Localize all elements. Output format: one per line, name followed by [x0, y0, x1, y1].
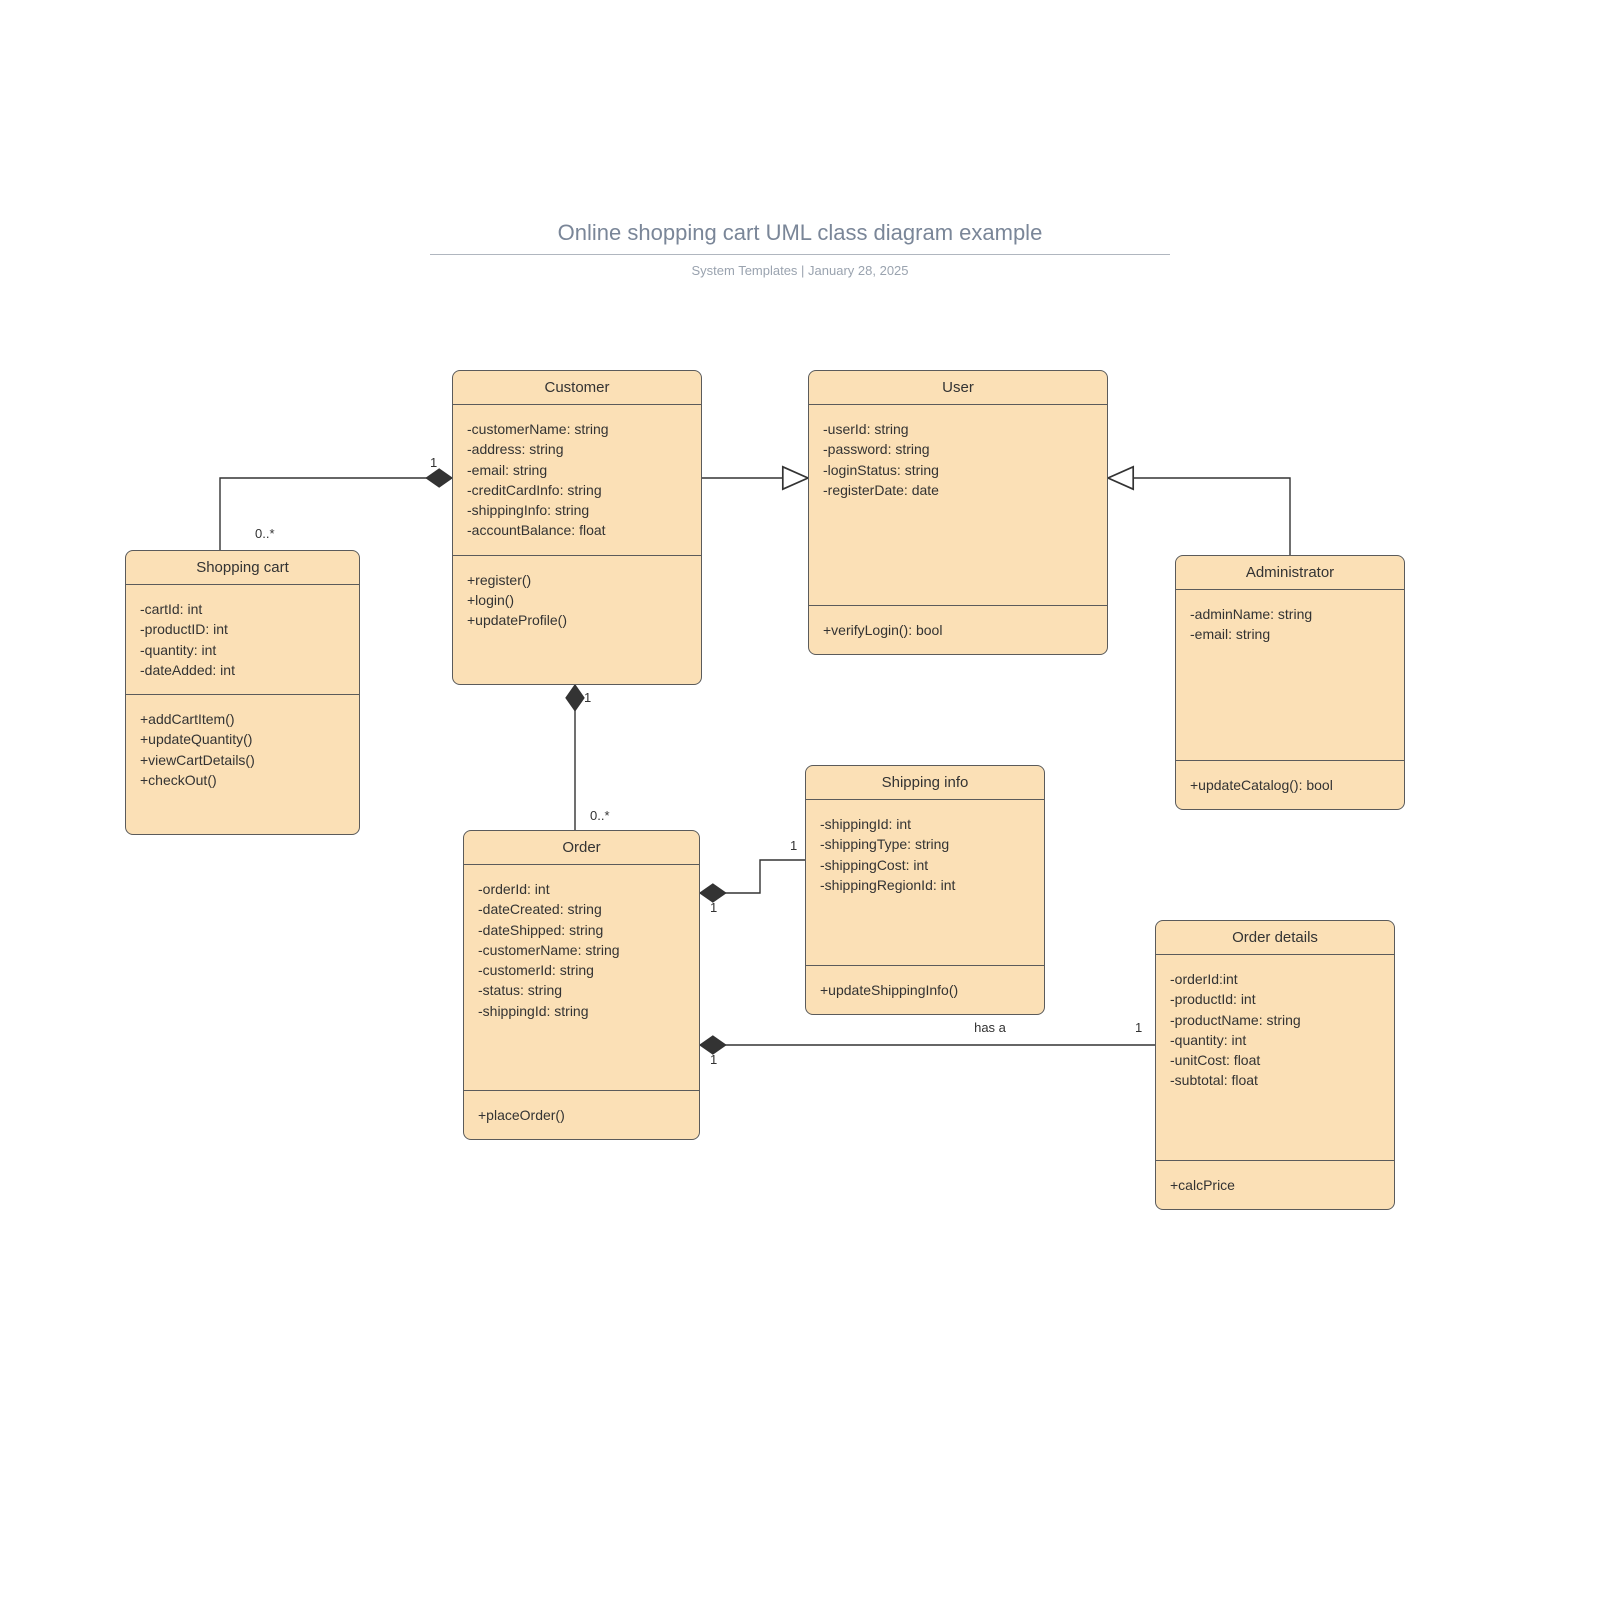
- member-row: -status: string: [478, 980, 685, 1000]
- class-ops: +addCartItem()+updateQuantity()+viewCart…: [126, 695, 359, 804]
- mult-order-ship-right: 1: [790, 838, 797, 853]
- member-row: -loginStatus: string: [823, 460, 1093, 480]
- member-row: -shippingCost: int: [820, 855, 1030, 875]
- member-row: -dateCreated: string: [478, 899, 685, 919]
- mult-order-det-right: 1: [1135, 1020, 1142, 1035]
- member-row: -email: string: [467, 460, 687, 480]
- class-ops: +verifyLogin(): bool: [809, 606, 1107, 654]
- mult-order-det-left: 1: [710, 1052, 717, 1067]
- class-attrs: -userId: string-password: string-loginSt…: [809, 405, 1107, 606]
- member-row: -creditCardInfo: string: [467, 480, 687, 500]
- member-row: +register(): [467, 570, 687, 590]
- member-row: -registerDate: date: [823, 480, 1093, 500]
- class-attrs: -shippingId: int-shippingType: string-sh…: [806, 800, 1044, 966]
- member-row: -unitCost: float: [1170, 1050, 1380, 1070]
- class-attrs: -orderId:int-productId: int-productName:…: [1156, 955, 1394, 1161]
- class-user[interactable]: User -userId: string-password: string-lo…: [808, 370, 1108, 655]
- member-row: +calcPrice: [1170, 1175, 1380, 1195]
- member-row: -shippingInfo: string: [467, 500, 687, 520]
- mult-customer-left: 1: [430, 455, 437, 470]
- mult-shoppingcart: 0..*: [255, 526, 275, 541]
- member-row: -password: string: [823, 439, 1093, 459]
- member-row: -productId: int: [1170, 989, 1380, 1009]
- member-row: -shippingId: string: [478, 1001, 685, 1021]
- member-row: +login(): [467, 590, 687, 610]
- subtitle-sep: |: [797, 263, 808, 278]
- class-attrs: -adminName: string-email: string: [1176, 590, 1404, 761]
- member-row: +updateQuantity(): [140, 729, 345, 749]
- class-name: Shipping info: [806, 766, 1044, 800]
- member-row: +placeOrder(): [478, 1105, 685, 1125]
- diagram-header: Online shopping cart UML class diagram e…: [0, 220, 1600, 278]
- member-row: -customerId: string: [478, 960, 685, 980]
- member-row: +viewCartDetails(): [140, 750, 345, 770]
- class-ops: +updateShippingInfo(): [806, 966, 1044, 1014]
- member-row: -cartId: int: [140, 599, 345, 619]
- member-row: -orderId:int: [1170, 969, 1380, 989]
- member-row: -shippingType: string: [820, 834, 1030, 854]
- member-row: +checkOut(): [140, 770, 345, 790]
- member-row: -customerName: string: [467, 419, 687, 439]
- class-shipping-info[interactable]: Shipping info -shippingId: int-shippingT…: [805, 765, 1045, 1015]
- member-row: -quantity: int: [140, 640, 345, 660]
- diagram-title-rule: [430, 254, 1170, 255]
- member-row: +updateShippingInfo(): [820, 980, 1030, 1000]
- member-row: -shippingRegionId: int: [820, 875, 1030, 895]
- member-row: -shippingId: int: [820, 814, 1030, 834]
- class-name: Order details: [1156, 921, 1394, 955]
- class-administrator[interactable]: Administrator -adminName: string-email: …: [1175, 555, 1405, 810]
- member-row: -productName: string: [1170, 1010, 1380, 1030]
- member-row: -customerName: string: [478, 940, 685, 960]
- class-attrs: -cartId: int-productID: int-quantity: in…: [126, 585, 359, 695]
- edge-administrator-user: [1108, 478, 1290, 555]
- member-row: -dateShipped: string: [478, 920, 685, 940]
- edge-label-has-a: has a: [970, 1020, 1010, 1036]
- class-name: Administrator: [1176, 556, 1404, 590]
- member-row: -adminName: string: [1190, 604, 1390, 624]
- member-row: +addCartItem(): [140, 709, 345, 729]
- class-name: Shopping cart: [126, 551, 359, 585]
- member-row: -address: string: [467, 439, 687, 459]
- class-order-details[interactable]: Order details -orderId:int-productId: in…: [1155, 920, 1395, 1210]
- member-row: -productID: int: [140, 619, 345, 639]
- subtitle-left: System Templates: [691, 263, 797, 278]
- member-row: -accountBalance: float: [467, 520, 687, 540]
- member-row: +updateCatalog(): bool: [1190, 775, 1390, 795]
- class-attrs: -customerName: string-address: string-em…: [453, 405, 701, 556]
- class-shopping-cart[interactable]: Shopping cart -cartId: int-productID: in…: [125, 550, 360, 835]
- class-name: Customer: [453, 371, 701, 405]
- mult-customer-bottom: 1: [584, 690, 591, 705]
- class-ops: +updateCatalog(): bool: [1176, 761, 1404, 809]
- edge-order-shippinginfo: [700, 860, 805, 893]
- member-row: +verifyLogin(): bool: [823, 620, 1093, 640]
- member-row: -dateAdded: int: [140, 660, 345, 680]
- class-ops: +calcPrice: [1156, 1161, 1394, 1209]
- class-name: User: [809, 371, 1107, 405]
- member-row: -userId: string: [823, 419, 1093, 439]
- member-row: -subtotal: float: [1170, 1070, 1380, 1090]
- class-name: Order: [464, 831, 699, 865]
- member-row: -quantity: int: [1170, 1030, 1380, 1050]
- class-attrs: -orderId: int-dateCreated: string-dateSh…: [464, 865, 699, 1091]
- member-row: +updateProfile(): [467, 610, 687, 630]
- class-order[interactable]: Order -orderId: int-dateCreated: string-…: [463, 830, 700, 1140]
- member-row: -orderId: int: [478, 879, 685, 899]
- class-customer[interactable]: Customer -customerName: string-address: …: [452, 370, 702, 685]
- diagram-subtitle: System Templates | January 28, 2025: [0, 263, 1600, 278]
- class-ops: +register()+login()+updateProfile(): [453, 556, 701, 645]
- mult-order-ship-left: 1: [710, 900, 717, 915]
- member-row: -email: string: [1190, 624, 1390, 644]
- mult-order-top: 0..*: [590, 808, 610, 823]
- class-ops: +placeOrder(): [464, 1091, 699, 1139]
- diagram-title: Online shopping cart UML class diagram e…: [0, 220, 1600, 246]
- subtitle-right: January 28, 2025: [808, 263, 908, 278]
